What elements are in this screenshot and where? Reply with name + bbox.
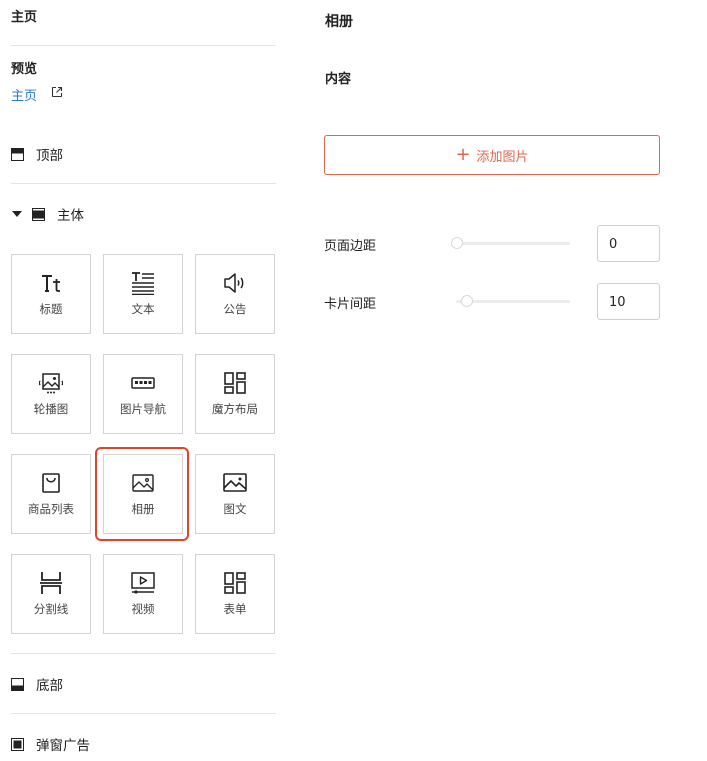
divider-icon [40,572,62,594]
section-top[interactable]: 顶部 [11,144,63,164]
component-label: 分割线 [33,602,69,616]
card-spacing-slider-handle[interactable] [461,295,473,307]
component-image-nav[interactable]: 图片导航 [103,354,183,434]
page-margin-row: 页面边距 0 [324,225,694,262]
external-link-icon[interactable] [51,86,63,98]
section-bottom-label: 底部 [36,678,63,694]
page-margin-label: 页面边距 [324,239,377,254]
component-label: 表单 [223,602,247,616]
video-icon [131,572,155,594]
body-section-icon [32,207,45,221]
selected-component-highlight [95,447,189,541]
component-carousel[interactable]: 轮播图 [11,354,91,434]
divider [11,45,276,46]
component-title[interactable]: 标题 [11,254,91,334]
card-spacing-row: 卡片间距 10 [324,283,694,320]
divider [11,183,276,184]
properties-panel: 相册 内容 + 添加图片 页面边距 0 卡片间距 10 [300,0,707,761]
card-spacing-input[interactable]: 10 [597,283,660,320]
section-bottom[interactable]: 底部 [11,674,63,694]
divider [11,713,276,714]
section-popup[interactable]: 弹窗广告 [11,734,90,754]
page-margin-slider-handle[interactable] [451,237,463,249]
page-margin-input[interactable]: 0 [597,225,660,262]
component-panel: 主页 预览 主页 顶部 主体 标题 文本 公告 轮播图 图片导航 魔方布局 商品… [0,0,290,761]
add-image-button[interactable]: + 添加图片 [324,135,660,175]
component-label: 轮播图 [33,402,69,416]
card-spacing-slider[interactable] [456,300,570,303]
preview-home-link[interactable]: 主页 [11,85,37,104]
shopping-bag-icon [42,473,60,493]
component-label: 文本 [131,302,155,316]
component-divider[interactable]: 分割线 [11,554,91,634]
component-label: 标题 [39,302,63,316]
content-label: 内容 [325,72,352,87]
add-image-label: 添加图片 [476,149,529,165]
section-top-label: 顶部 [36,148,63,164]
header-section-icon [11,147,24,161]
home-title: 主页 [11,10,38,25]
speaker-icon [224,273,244,293]
component-label: 图片导航 [120,402,166,416]
component-label: 魔方布局 [212,402,258,416]
title-icon [42,275,60,292]
component-label: 视频 [131,602,155,616]
cube-layout-icon [224,372,246,394]
form-icon [224,572,246,594]
component-label: 公告 [223,302,247,316]
component-form[interactable]: 表单 [195,554,275,634]
component-text[interactable]: 文本 [103,254,183,334]
page-margin-slider[interactable] [456,242,570,245]
caret-down-icon[interactable] [12,211,22,217]
image-text-icon [223,473,247,492]
section-body[interactable]: 主体 [11,204,84,224]
text-icon [132,272,154,295]
card-spacing-label: 卡片间距 [324,297,377,312]
panel-title: 相册 [325,14,353,30]
divider [11,653,276,654]
component-notice[interactable]: 公告 [195,254,275,334]
preview-label: 预览 [11,62,38,77]
section-body-label: 主体 [57,208,84,224]
carousel-icon [39,373,63,394]
image-nav-icon [131,377,155,389]
component-video[interactable]: 视频 [103,554,183,634]
component-image-text[interactable]: 图文 [195,454,275,534]
plus-icon: + [455,144,471,165]
section-popup-label: 弹窗广告 [36,738,90,754]
component-product-list[interactable]: 商品列表 [11,454,91,534]
component-label: 商品列表 [28,502,74,516]
popup-section-icon [11,737,24,751]
component-cube-layout[interactable]: 魔方布局 [195,354,275,434]
footer-section-icon [11,677,24,691]
component-label: 图文 [223,502,247,516]
